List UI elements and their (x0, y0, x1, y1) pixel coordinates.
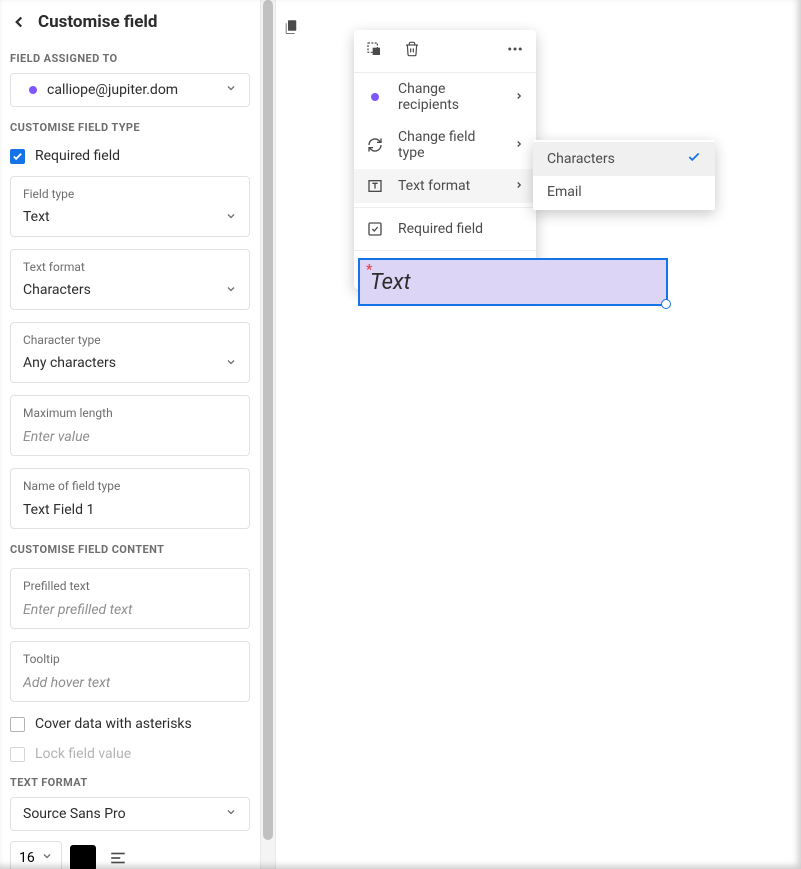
field-placeholder: Text (370, 270, 411, 295)
cover-label: Cover data with asterisks (35, 716, 192, 732)
popup-item-label: Text format (398, 178, 500, 194)
prefilled-label: Prefilled text (23, 579, 237, 593)
customise-content-label: CUSTOMISE FIELD CONTENT (10, 543, 250, 556)
page-title: Customise field (38, 12, 157, 32)
recipient-indicator-icon (29, 86, 37, 94)
text-format-icon (366, 177, 384, 195)
check-icon (687, 150, 701, 168)
text-format-section-label: TEXT FORMAT (10, 776, 250, 789)
document-canvas[interactable]: Change recipients Change field type (306, 0, 801, 869)
text-format-submenu: Characters Email (533, 140, 715, 210)
header-row: Customise field (10, 12, 250, 32)
align-button[interactable] (104, 844, 132, 869)
resize-handle[interactable] (661, 299, 671, 309)
prefilled-input[interactable] (23, 602, 237, 618)
text-format-value: Characters (23, 282, 91, 298)
text-format-label: Text format (23, 260, 237, 274)
submenu-label: Email (547, 184, 582, 200)
chevron-down-icon (225, 280, 237, 299)
lock-checkbox (10, 747, 25, 762)
name-input[interactable] (23, 502, 237, 518)
assigned-section-label: FIELD ASSIGNED TO (10, 52, 250, 65)
customise-type-label: CUSTOMISE FIELD TYPE (10, 121, 250, 134)
popup-required-field[interactable]: Required field (354, 212, 536, 246)
lock-label: Lock field value (35, 746, 131, 762)
lock-field-row: Lock field value (10, 746, 250, 762)
font-value: Source Sans Pro (23, 806, 126, 822)
char-type-label: Character type (23, 333, 237, 347)
popup-change-field-type[interactable]: Change field type (354, 121, 536, 169)
required-label: Required field (35, 148, 120, 164)
submenu-label: Characters (547, 151, 615, 167)
assigned-dropdown[interactable]: calliope@jupiter.dom (10, 73, 250, 107)
popup-change-recipients[interactable]: Change recipients (354, 73, 536, 121)
tooltip-input[interactable] (23, 675, 237, 691)
color-picker[interactable] (70, 845, 96, 869)
max-length-group[interactable]: Maximum length (10, 395, 250, 456)
name-label: Name of field type (23, 479, 237, 493)
required-field-checkbox-row[interactable]: Required field (10, 148, 250, 164)
cover-checkbox[interactable] (10, 717, 25, 732)
submenu-email[interactable]: Email (533, 176, 715, 208)
properties-sidebar: Customise field FIELD ASSIGNED TO callio… (0, 0, 260, 869)
tooltip-label: Tooltip (23, 652, 237, 666)
font-size-value: 16 (19, 850, 35, 866)
chevron-down-icon (41, 850, 53, 866)
popup-toolbar (354, 30, 536, 73)
popup-item-label: Required field (398, 221, 524, 237)
required-checkbox[interactable] (10, 149, 25, 164)
chevron-down-icon (225, 207, 237, 226)
chevron-down-icon (225, 82, 237, 98)
char-type-value: Any characters (23, 355, 116, 371)
assigned-value: calliope@jupiter.dom (47, 82, 178, 98)
checkbox-checked-icon (366, 220, 384, 238)
field-type-value: Text (23, 209, 50, 225)
char-type-group[interactable]: Character type Any characters (10, 322, 250, 383)
chevron-down-icon (225, 806, 237, 822)
recipient-dot-icon (366, 88, 384, 106)
field-context-popup: Change recipients Change field type (354, 30, 536, 289)
popup-item-label: Change recipients (398, 81, 500, 113)
more-icon[interactable] (506, 40, 524, 62)
chevron-right-icon (514, 137, 524, 153)
delete-icon[interactable] (404, 41, 420, 61)
field-type-group[interactable]: Field type Text (10, 176, 250, 237)
popup-item-label: Change field type (398, 129, 500, 161)
required-asterisk-icon: * (366, 262, 372, 278)
popup-text-format[interactable]: Text format (354, 169, 536, 203)
pages-icon[interactable] (282, 18, 300, 40)
refresh-icon (366, 136, 384, 154)
text-format-group[interactable]: Text format Characters (10, 249, 250, 310)
name-group[interactable]: Name of field type (10, 468, 250, 529)
chevron-right-icon (514, 178, 524, 194)
max-length-label: Maximum length (23, 406, 237, 420)
chevron-right-icon (514, 89, 524, 105)
prefilled-group[interactable]: Prefilled text (10, 568, 250, 629)
tooltip-group[interactable]: Tooltip (10, 641, 250, 702)
icon-rail (276, 0, 306, 869)
popup-divider (354, 250, 536, 251)
cover-asterisks-row[interactable]: Cover data with asterisks (10, 716, 250, 732)
font-options-row: 16 (10, 841, 250, 869)
field-type-label: Field type (23, 187, 237, 201)
back-button[interactable] (10, 13, 28, 31)
scrollbar-thumb[interactable] (263, 0, 273, 840)
popup-divider (354, 207, 536, 208)
submenu-characters[interactable]: Characters (533, 142, 715, 176)
scrollbar[interactable] (260, 0, 276, 869)
font-size-dropdown[interactable]: 16 (10, 841, 62, 869)
chevron-down-icon (225, 353, 237, 372)
text-field-instance[interactable]: * Text (358, 258, 668, 306)
font-dropdown[interactable]: Source Sans Pro (10, 797, 250, 831)
select-area-icon[interactable] (366, 41, 382, 61)
max-length-input[interactable] (23, 429, 237, 445)
